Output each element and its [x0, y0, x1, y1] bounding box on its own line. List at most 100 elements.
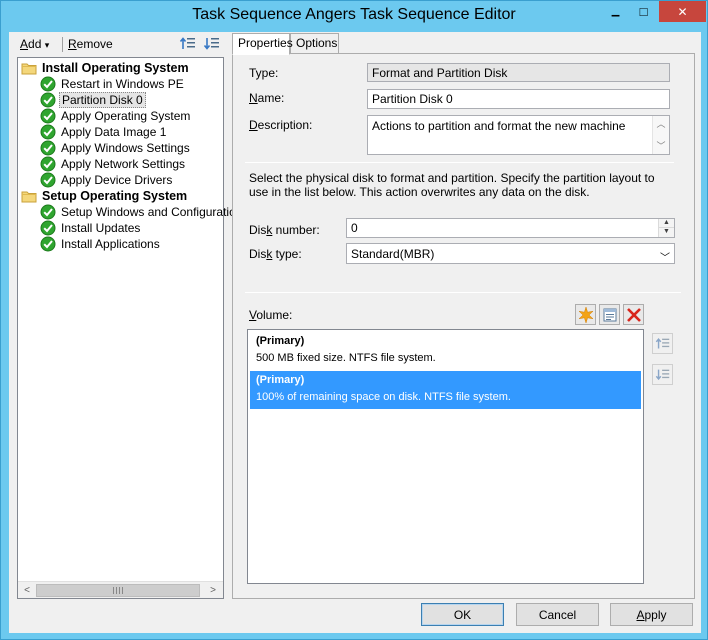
chevron-down-icon: ▾	[44, 40, 50, 50]
add-label: dd	[28, 37, 42, 51]
close-icon: ✕	[677, 4, 688, 19]
disk-number-label-rest: number:	[272, 223, 320, 237]
disk-number-stepper[interactable]: 0 ▲ ▼	[346, 218, 675, 238]
tree-item-label: Setup Windows and Configuration	[61, 205, 243, 219]
tree-item-label: Apply Windows Settings	[61, 141, 190, 155]
description-textarea[interactable]: Actions to partition and format the new …	[367, 115, 670, 155]
tree-group-label: Setup Operating System	[42, 189, 188, 203]
tree-horizontal-scrollbar[interactable]: < >	[18, 581, 223, 598]
volume-title: (Primary)	[256, 374, 305, 386]
type-label: Type:	[249, 66, 279, 80]
move-up-icon	[655, 337, 669, 348]
volume-desc: 100% of remaining space on disk. NTFS fi…	[256, 391, 511, 403]
new-volume-button[interactable]	[575, 304, 596, 325]
tree-item-apply-device-drivers[interactable]: Apply Device Drivers	[40, 172, 174, 188]
title-bar[interactable]: Task Sequence Angers Task Sequence Edito…	[1, 1, 707, 32]
spin-down-icon[interactable]: ▼	[659, 228, 674, 237]
disk-number-label-pre: Dis	[249, 223, 267, 237]
separator	[245, 292, 681, 293]
disk-type-label-pre: Dis	[249, 247, 267, 261]
name-accel: N	[249, 91, 258, 105]
scroll-right-icon[interactable]: >	[205, 583, 221, 598]
tree-item-install-applications[interactable]: Install Applications	[40, 236, 162, 252]
name-input[interactable]: Partition Disk 0	[367, 89, 670, 109]
minimize-icon: ▁	[611, 6, 620, 17]
tree-item-label: Install Applications	[61, 237, 160, 251]
name-label: Name:	[249, 91, 284, 105]
tree-item-label: Apply Data Image 1	[61, 125, 167, 139]
tree-group-setup-os[interactable]: Setup Operating System	[21, 188, 189, 204]
disk-type-select[interactable]: Standard(MBR) ﹀	[346, 243, 675, 264]
volume-desc: 500 MB fixed size. NTFS file system.	[256, 352, 436, 364]
tree-group-label: Install Operating System	[42, 61, 189, 75]
move-up-icon[interactable]	[179, 35, 197, 53]
spinner[interactable]: ▲ ▼	[658, 219, 674, 237]
spin-up-icon[interactable]: ▲	[659, 219, 674, 228]
tab-properties[interactable]: Properties	[232, 33, 293, 55]
volume-list[interactable]: (Primary) 500 MB fixed size. NTFS file s…	[247, 329, 644, 584]
tree-item-partition-disk[interactable]: Partition Disk 0	[40, 92, 146, 108]
scroll-thumb[interactable]	[36, 584, 200, 597]
tree-group-install-os[interactable]: Install Operating System	[21, 60, 191, 76]
volume-move-down-button[interactable]	[652, 364, 673, 385]
ok-button[interactable]: OK	[421, 603, 504, 626]
check-icon	[40, 124, 56, 140]
delete-volume-button[interactable]	[623, 304, 644, 325]
description-scrollbar[interactable]: ︿ ﹀	[652, 116, 669, 154]
volume-title: (Primary)	[256, 335, 305, 347]
folder-icon	[21, 191, 37, 203]
apply-button[interactable]: Apply	[610, 603, 693, 626]
tree-item-label: Restart in Windows PE	[61, 77, 184, 91]
editor-window: Task Sequence Angers Task Sequence Edito…	[0, 0, 708, 640]
tree-item-label: Install Updates	[61, 221, 141, 235]
tree-item-install-updates[interactable]: Install Updates	[40, 220, 142, 236]
tree-item-label: Apply Device Drivers	[61, 173, 173, 187]
maximize-icon: □	[639, 4, 648, 19]
tree-item-apply-os[interactable]: Apply Operating System	[40, 108, 192, 124]
description-accel: D	[249, 118, 258, 132]
cancel-label: Cancel	[538, 607, 577, 622]
tab-options[interactable]: Options	[290, 33, 339, 54]
separator	[245, 162, 674, 163]
check-icon	[40, 76, 56, 92]
name-label-text: ame:	[257, 91, 285, 105]
volume-move-up-button[interactable]	[652, 333, 673, 354]
chevron-down-icon: ﹀	[660, 253, 670, 264]
tree-item-apply-network-settings[interactable]: Apply Network Settings	[40, 156, 187, 172]
add-accel: A	[20, 37, 29, 51]
description-text: Actions to partition and format the new …	[372, 119, 626, 133]
task-sequence-tree[interactable]: Install Operating System Restart in Wind…	[17, 57, 242, 599]
apply-label: pply	[644, 607, 667, 622]
tree-item-label: Partition Disk 0	[59, 92, 146, 108]
tree-item-restart-winpe[interactable]: Restart in Windows PE	[40, 76, 186, 92]
type-value: Format and Partition Disk	[367, 63, 670, 82]
remove-button[interactable]: Remove	[68, 37, 113, 51]
info-text: Select the physical disk to format and p…	[249, 171, 655, 199]
tree-item-apply-data-image[interactable]: Apply Data Image 1	[40, 124, 168, 140]
tree-item-setup-windows[interactable]: Setup Windows and Configuration	[40, 204, 244, 220]
description-label: Description:	[249, 118, 312, 132]
maximize-button[interactable]: □	[630, 1, 657, 22]
properties-icon	[603, 308, 616, 321]
remove-label: emove	[76, 37, 113, 51]
list-item[interactable]: (Primary) 100% of remaining space on dis…	[250, 371, 641, 409]
edit-volume-button[interactable]	[599, 304, 620, 325]
volume-label-text: olume:	[256, 308, 293, 322]
tree-item-apply-windows-settings[interactable]: Apply Windows Settings	[40, 140, 192, 156]
scroll-up-icon[interactable]: ︿	[653, 116, 669, 132]
delete-icon	[626, 307, 641, 322]
close-button[interactable]: ✕	[659, 1, 706, 22]
cancel-button[interactable]: Cancel	[516, 603, 599, 626]
check-icon	[40, 108, 56, 124]
scroll-left-icon[interactable]: <	[19, 583, 35, 598]
move-down-icon	[655, 369, 669, 380]
move-down-icon[interactable]	[203, 35, 221, 53]
check-icon	[40, 92, 56, 108]
scroll-down-icon[interactable]: ﹀	[653, 138, 669, 154]
check-icon	[40, 140, 56, 156]
volume-label: Volume:	[249, 308, 292, 322]
add-menu-button[interactable]: Add ▾	[20, 37, 49, 51]
minimize-button[interactable]: ▁	[602, 1, 629, 22]
list-item[interactable]: (Primary) 500 MB fixed size. NTFS file s…	[250, 332, 641, 368]
grip-icon	[113, 587, 123, 594]
